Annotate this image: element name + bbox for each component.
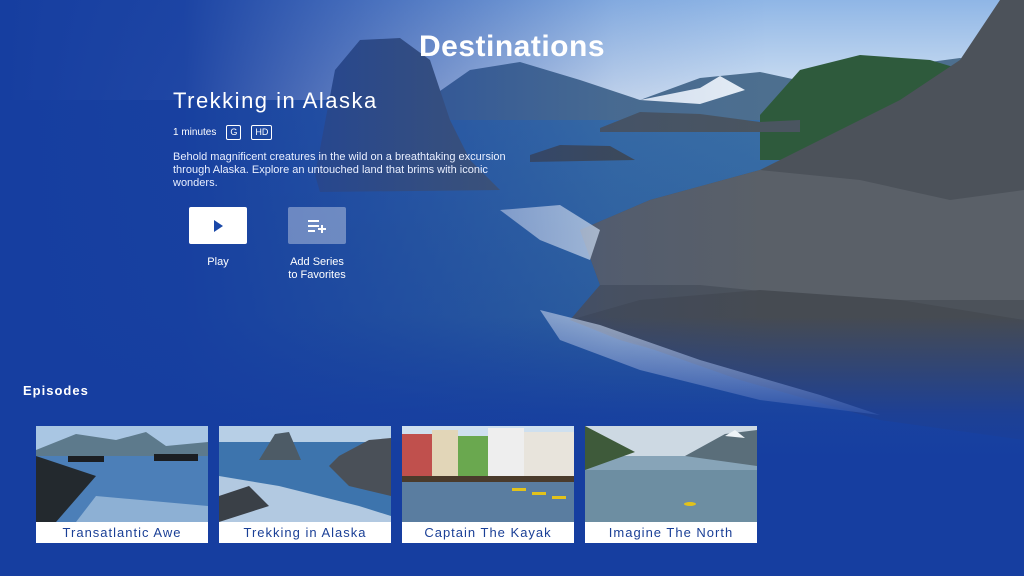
episode-card[interactable]: Imagine The North bbox=[585, 426, 757, 543]
episode-card[interactable]: Transatlantic Awe bbox=[36, 426, 208, 543]
episode-title: Trekking in Alaska bbox=[243, 525, 367, 540]
episode-thumbnail bbox=[585, 426, 757, 522]
episode-thumbnail bbox=[219, 426, 391, 522]
episode-card[interactable]: Captain The Kayak bbox=[402, 426, 574, 543]
duration-text: 1 minutes bbox=[173, 127, 217, 138]
add-to-favorites-label: Add Series to Favorites bbox=[288, 256, 346, 281]
feature-description: Behold magnificent creatures in the wild… bbox=[173, 151, 506, 189]
episode-card[interactable]: Trekking in Alaska bbox=[219, 426, 391, 543]
page-title: Destinations bbox=[418, 30, 606, 63]
feature-title: Trekking in Alaska bbox=[173, 88, 378, 113]
rating-badge: G bbox=[226, 125, 242, 140]
episodes-heading: Episodes bbox=[23, 383, 89, 398]
add-to-favorites-button[interactable] bbox=[288, 207, 346, 244]
episode-title: Captain The Kayak bbox=[424, 525, 552, 540]
play-icon bbox=[214, 219, 223, 232]
play-button[interactable] bbox=[189, 207, 247, 244]
episode-title: Transatlantic Awe bbox=[62, 525, 182, 540]
episode-title: Imagine The North bbox=[608, 525, 734, 540]
playlist-add-icon bbox=[308, 219, 326, 233]
episode-thumbnail bbox=[36, 426, 208, 522]
feature-meta: 1 minutes G HD bbox=[173, 125, 273, 140]
hd-badge: HD bbox=[251, 125, 273, 140]
episode-thumbnail bbox=[402, 426, 574, 522]
